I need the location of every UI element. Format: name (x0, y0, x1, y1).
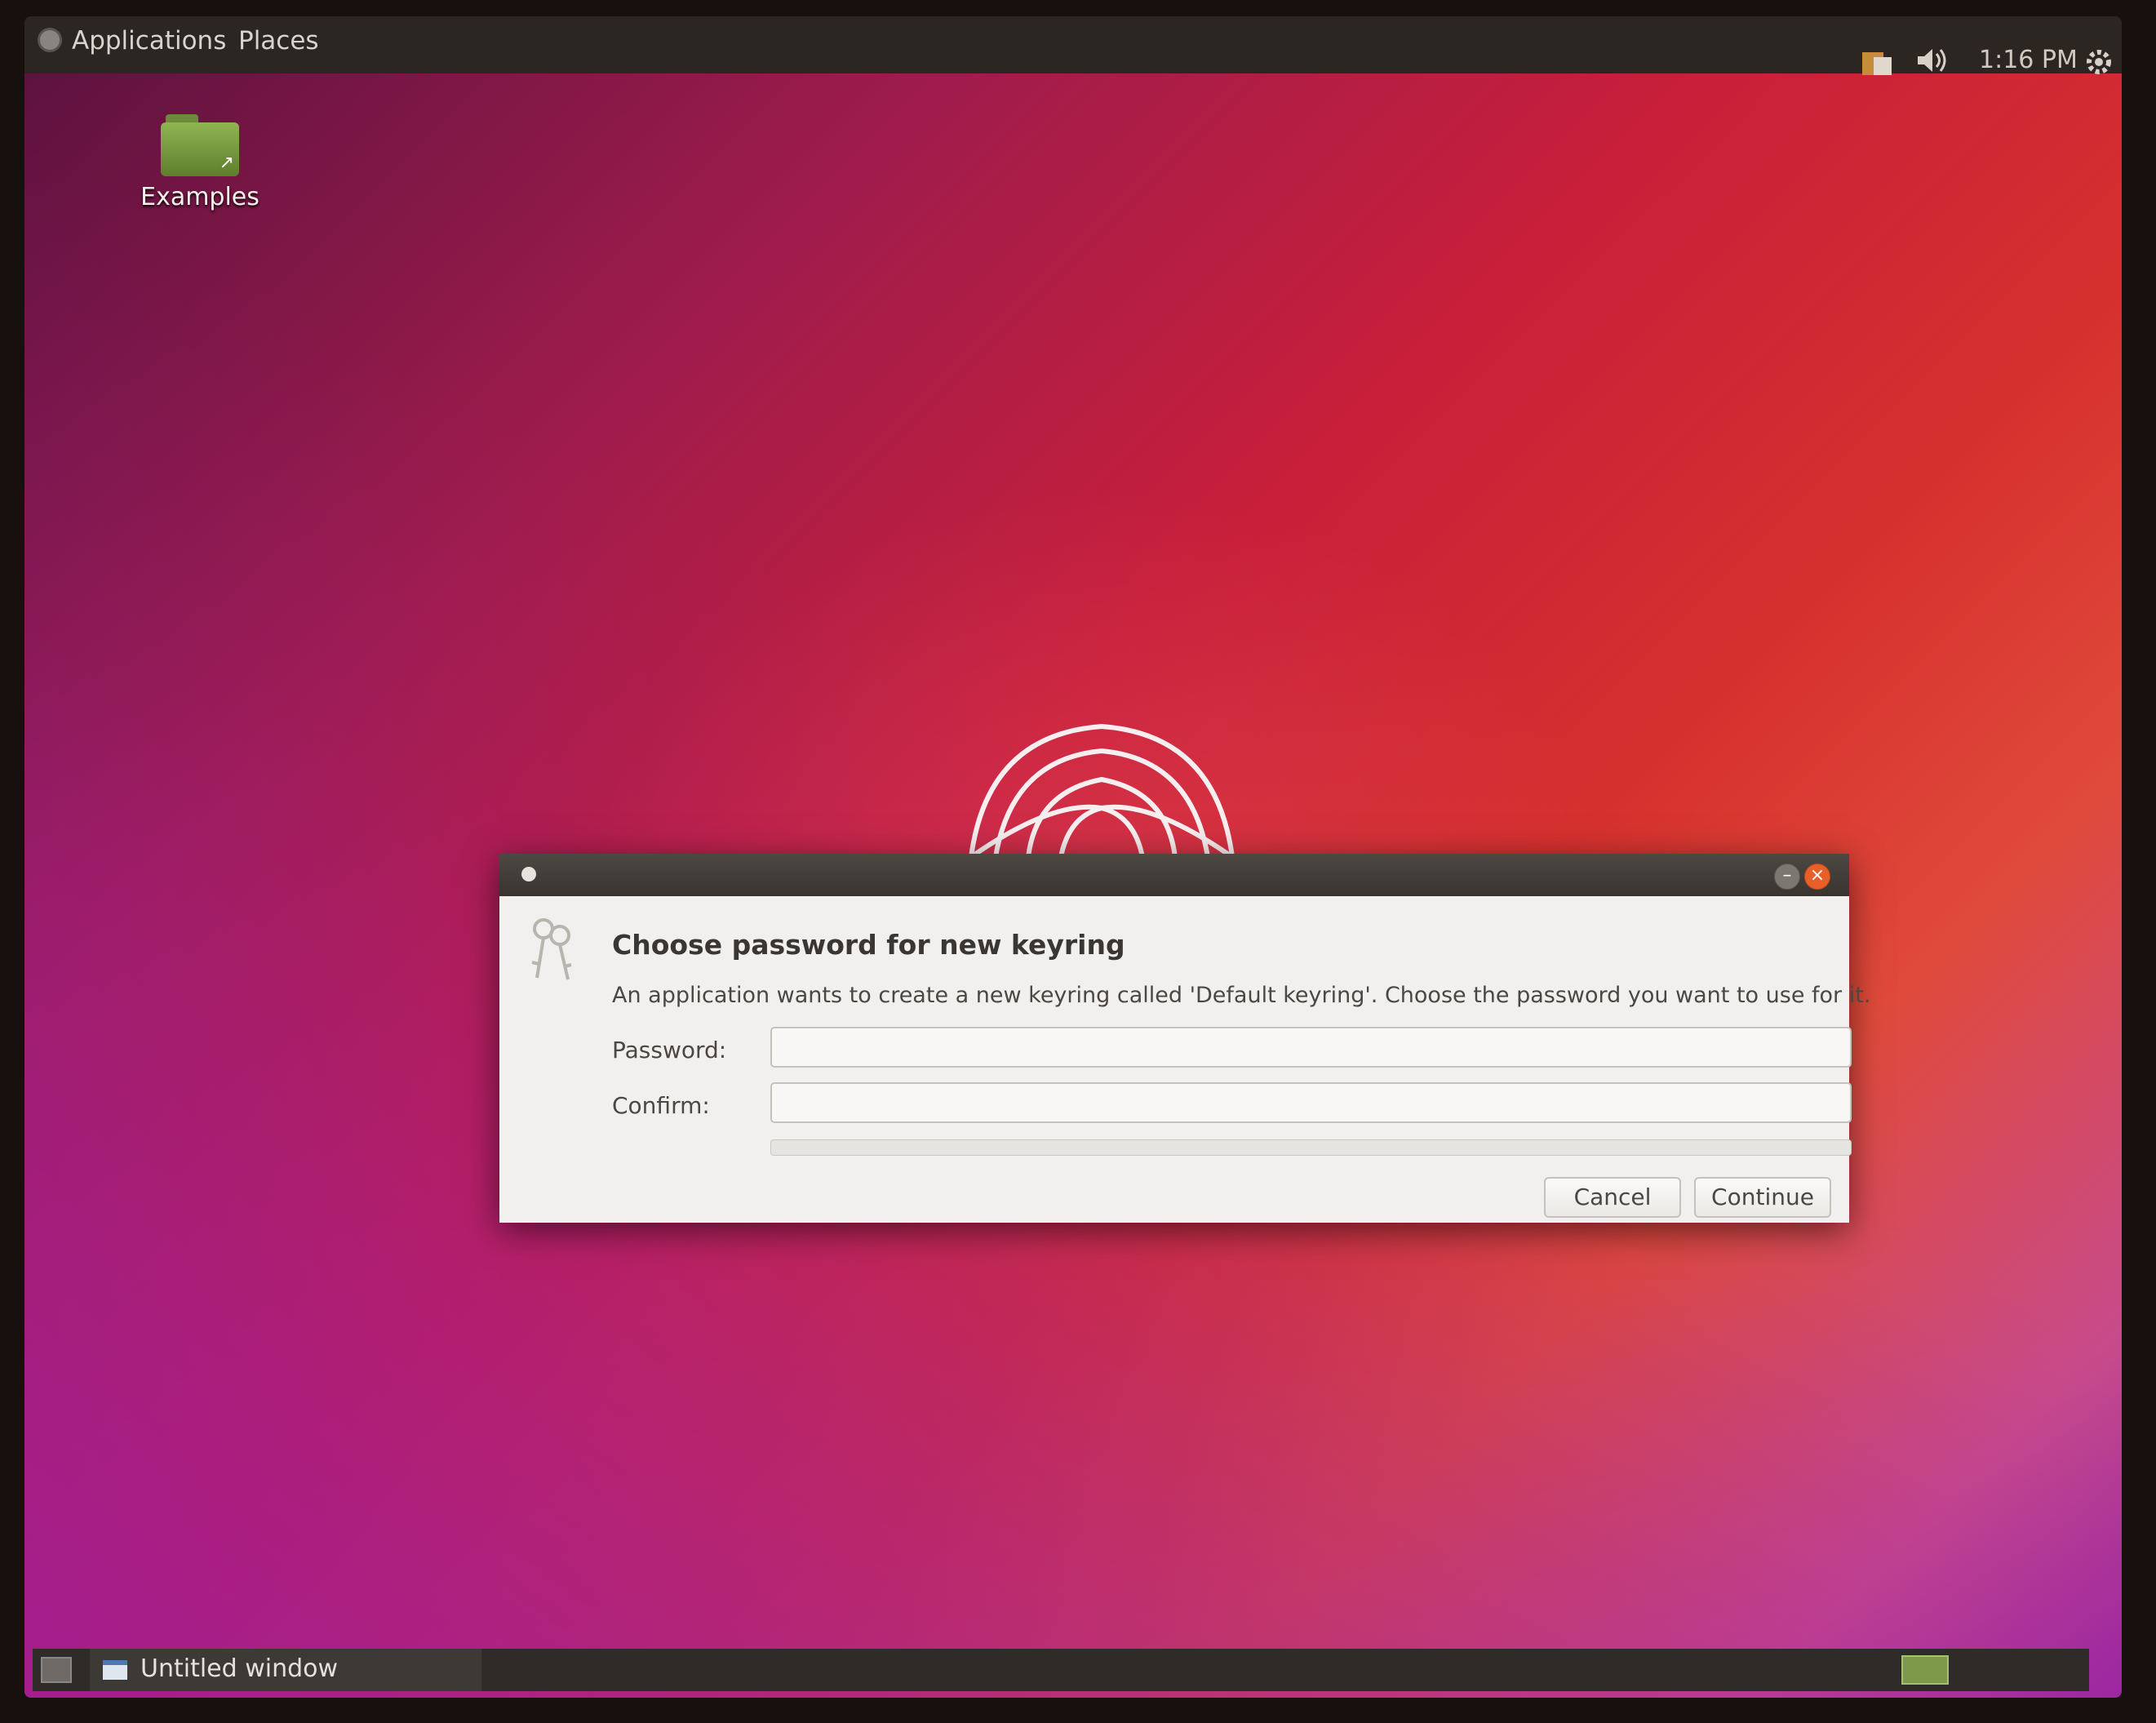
window-menu-icon[interactable] (521, 867, 536, 881)
password-label: Password: (612, 1037, 727, 1064)
continue-button[interactable]: Continue (1694, 1177, 1831, 1218)
cancel-button[interactable]: Cancel (1544, 1177, 1681, 1218)
window-icon (103, 1660, 127, 1680)
workspace-switcher[interactable] (1901, 1655, 1949, 1685)
volume-icon[interactable] (1914, 44, 1950, 80)
keyring-dialog: – × Choose password for new keyring An a… (499, 854, 1870, 1223)
close-button[interactable]: × (1804, 864, 1830, 890)
dialog-description: An application wants to create a new key… (612, 983, 1871, 1008)
password-strength-bar (770, 1139, 1852, 1156)
taskbar-item-untitled-window[interactable]: Untitled window (90, 1649, 481, 1691)
dialog-titlebar[interactable]: – × (499, 854, 1849, 896)
applications-menu[interactable]: Applications (72, 26, 226, 56)
bottom-panel: Untitled window (33, 1649, 2089, 1691)
taskbar-item-label: Untitled window (140, 1654, 339, 1683)
top-panel: Applications Places 1:16 PM (24, 16, 2122, 75)
places-menu[interactable]: Places (238, 26, 319, 56)
keys-icon (524, 911, 581, 988)
ubuntu-logo-icon[interactable] (38, 28, 62, 52)
minimize-button[interactable]: – (1774, 864, 1800, 890)
dialog-title: Choose password for new keyring (612, 929, 1125, 961)
show-desktop-icon[interactable] (41, 1657, 72, 1683)
folder-icon: ↗ (161, 114, 239, 176)
desktop-icon-examples[interactable]: ↗ Examples (118, 114, 282, 211)
clock[interactable]: 1:16 PM (1979, 46, 2078, 82)
screen: Applications Places 1:16 PM ↗ Examples –… (24, 16, 2122, 1698)
wallpaper-logo (955, 702, 1249, 868)
desktop-icon-label: Examples (140, 183, 260, 211)
confirm-field[interactable] (770, 1082, 1852, 1123)
confirm-label: Confirm: (612, 1092, 710, 1119)
settings-gear-icon[interactable] (2083, 46, 2115, 82)
files-tray-icon[interactable] (1859, 46, 1895, 82)
password-field[interactable] (770, 1027, 1852, 1068)
